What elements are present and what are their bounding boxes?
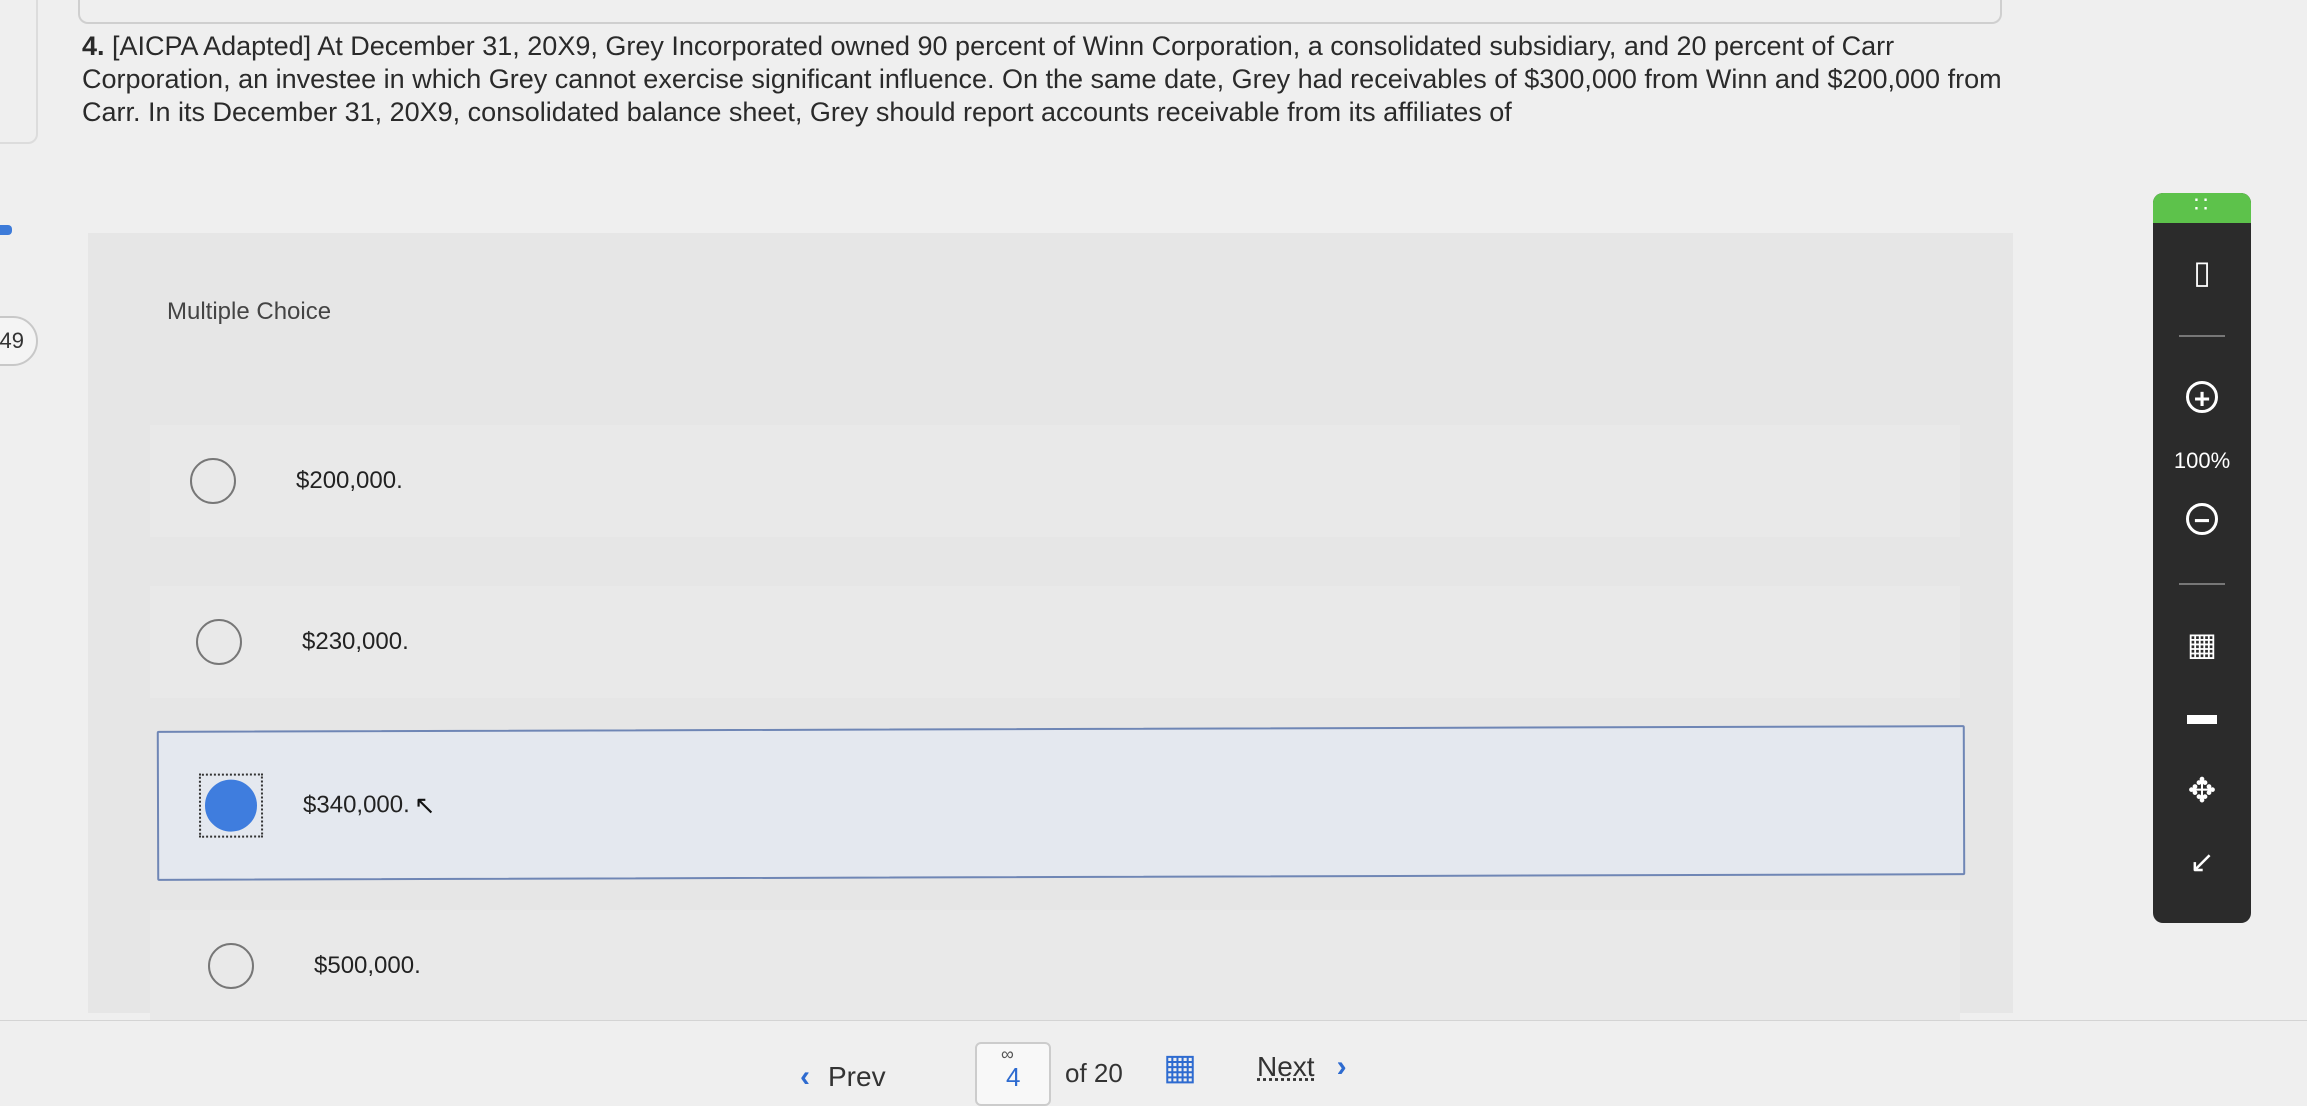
chevron-left-icon: ‹ bbox=[800, 1060, 810, 1093]
option-label: $500,000. bbox=[314, 952, 421, 979]
prev-label: Prev bbox=[828, 1061, 886, 1092]
radio-focus-ring[interactable] bbox=[198, 773, 264, 838]
left-progress-marker bbox=[0, 225, 12, 235]
option-1[interactable]: $200,000. bbox=[150, 425, 1960, 537]
option-label: $340,000. bbox=[302, 791, 410, 819]
zoom-in-icon[interactable]: + bbox=[2153, 381, 2251, 414]
chevron-right-icon: › bbox=[1336, 1050, 1347, 1083]
radio-button[interactable] bbox=[208, 943, 254, 989]
top-card-edge bbox=[78, 0, 2002, 24]
current-page: 4 bbox=[1006, 1062, 1021, 1092]
radio-button-selected[interactable] bbox=[204, 779, 258, 832]
multiple-choice-label: Multiple Choice bbox=[167, 298, 332, 325]
option-4[interactable]: $500,000. bbox=[150, 910, 1960, 1022]
move-icon[interactable]: ✥ bbox=[2153, 771, 2251, 811]
option-label: $230,000. bbox=[302, 628, 409, 655]
option-3-selected[interactable]: $340,000. ↖ bbox=[156, 725, 1966, 881]
side-toolbar: ∷ ▯ + 100% − ▦ ▬ ✥ ↙ bbox=[2153, 193, 2251, 923]
page-total: of 20 bbox=[1065, 1058, 1123, 1088]
radio-button[interactable] bbox=[196, 619, 242, 665]
page-number-box[interactable]: ∞ 4 bbox=[975, 1042, 1051, 1106]
divider bbox=[2179, 583, 2225, 585]
next-label: Next bbox=[1257, 1051, 1315, 1082]
footer-nav bbox=[0, 1020, 2307, 1094]
question-body: [AICPA Adapted] At December 31, 20X9, Gr… bbox=[82, 31, 2002, 127]
left-edge-card bbox=[0, 0, 38, 144]
next-button[interactable]: Next › bbox=[1257, 1050, 1347, 1084]
comment-icon[interactable]: ▬ bbox=[2153, 698, 2251, 732]
prev-button[interactable]: ‹ Prev bbox=[800, 1060, 886, 1094]
question-number: 4. bbox=[82, 31, 105, 61]
grid-icon[interactable]: ▦ bbox=[1163, 1049, 1197, 1085]
radio-button[interactable] bbox=[190, 458, 236, 504]
calculator-icon[interactable]: ▦ bbox=[2153, 625, 2251, 663]
battery-icon[interactable]: ▯ bbox=[2153, 253, 2251, 291]
question-text: 4. [AICPA Adapted] At December 31, 20X9,… bbox=[82, 30, 2042, 129]
zoom-out-icon[interactable]: − bbox=[2153, 503, 2251, 536]
mouse-pointer-icon: ↖ bbox=[413, 789, 436, 820]
zoom-level: 100% bbox=[2173, 448, 2231, 473]
side-badge[interactable]: 49 bbox=[0, 316, 38, 366]
drag-handle-icon[interactable]: ∷ bbox=[2153, 193, 2251, 223]
option-label: $200,000. bbox=[296, 467, 403, 494]
option-2[interactable]: $230,000. bbox=[150, 586, 1960, 698]
collapse-icon[interactable]: ↙ bbox=[2153, 845, 2251, 880]
divider bbox=[2179, 335, 2225, 337]
